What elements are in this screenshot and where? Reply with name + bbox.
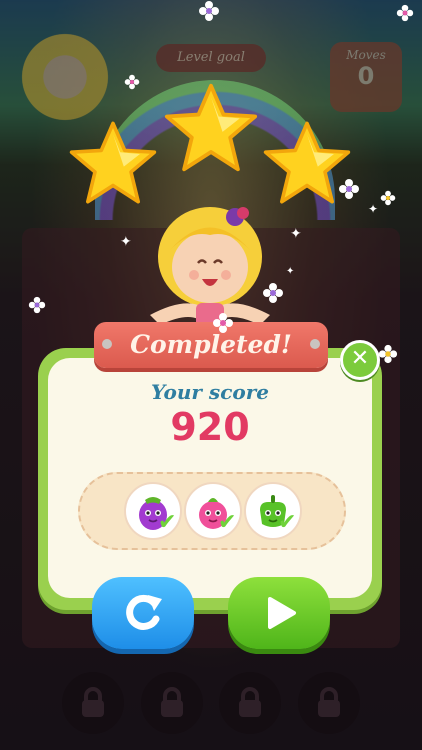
replay-button[interactable] [92,577,194,649]
lock-icon [239,687,261,717]
girl-character [150,207,270,329]
flower-sparkle [28,296,46,314]
flower-sparkle [213,313,233,333]
dialog-title: Completed! [130,330,292,359]
check-icon: ✔ [278,510,297,535]
sparkle-star: ✦ [368,202,379,216]
play-button[interactable] [228,577,330,649]
flower-sparkle [378,344,398,364]
sparkle-star: ✦ [286,266,295,277]
flower-sparkle [199,1,219,21]
flower-sparkle [396,4,414,22]
locked-slot-2 [141,672,203,734]
score-label: Your score [151,380,269,404]
sparkle-star: ✦ [120,234,132,250]
lock-icon [318,687,340,717]
flower-sparkle [263,283,283,303]
lock-icon [161,687,183,717]
play-icon [268,597,296,629]
flower-sparkle [380,190,396,206]
dialog-title-banner: Completed! [94,322,328,368]
locked-slot-4 [298,672,360,734]
rivet-icon [310,339,320,349]
lock-icon [82,687,104,717]
close-icon: ✕ [350,346,370,371]
replay-icon [126,594,162,630]
flower-sparkle [339,179,359,199]
star-icon-2 [164,83,258,172]
rivet-icon [102,339,112,349]
sparkle-star: ✦ [290,226,302,242]
flower-sparkle [124,74,140,90]
locked-slot-3 [219,672,281,734]
close-button[interactable]: ✕ [340,340,380,380]
check-icon: ✔ [218,510,237,535]
score-value: 920 [170,405,250,449]
check-icon: ✔ [158,510,177,535]
locked-slot-1 [62,672,124,734]
